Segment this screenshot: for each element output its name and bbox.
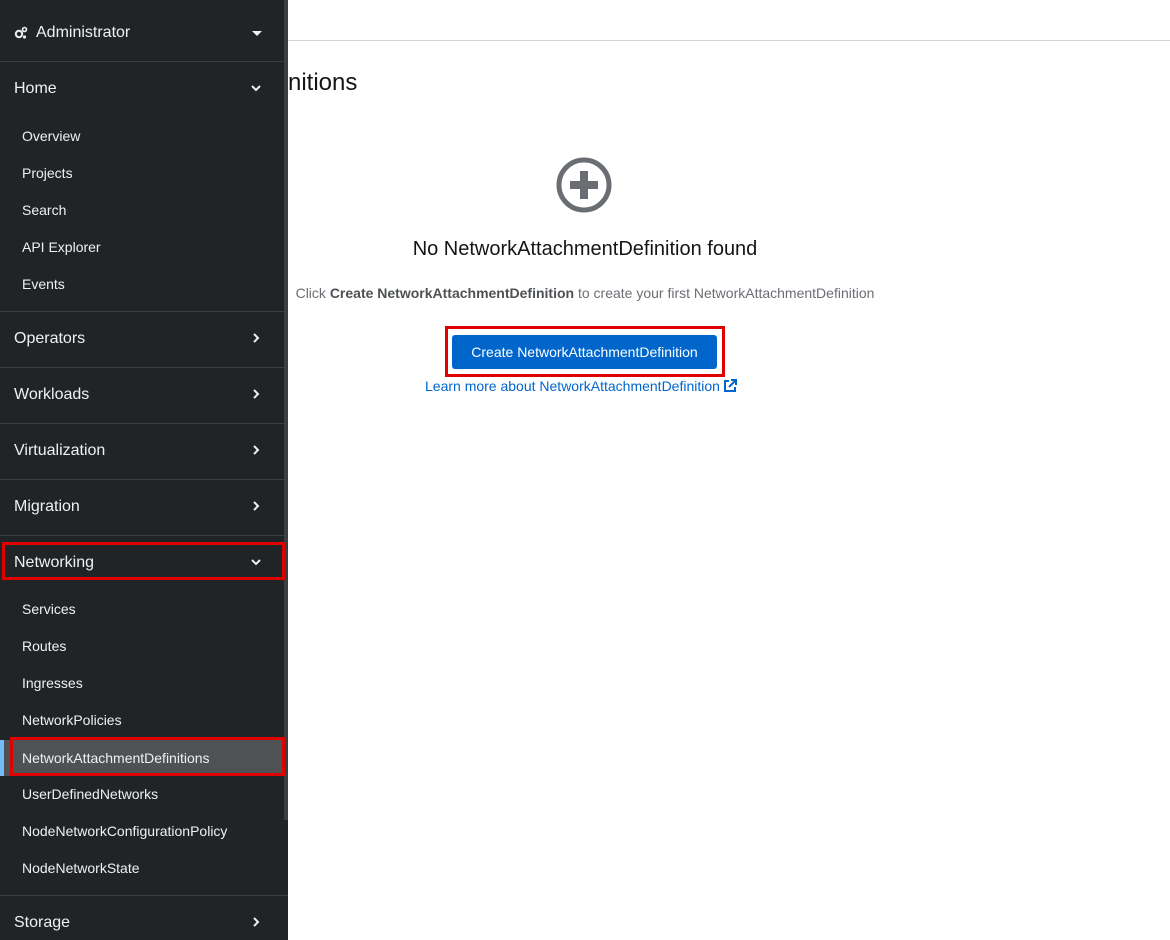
learn-more-label: Learn more about NetworkAttachmentDefini…: [425, 378, 720, 394]
sidebar-nav: Administrator Home Overview Projects Sea…: [0, 0, 288, 940]
page-title: nitions: [288, 69, 358, 96]
learn-more-link[interactable]: Learn more about NetworkAttachmentDefini…: [425, 378, 737, 394]
nav-section-migration[interactable]: Migration: [0, 480, 288, 536]
perspective-label: Administrator: [36, 24, 131, 41]
nav-item-nodenetworkconfigurationpolicy[interactable]: NodeNetworkConfigurationPolicy: [0, 813, 288, 850]
nav-item-label: Ingresses: [22, 675, 83, 691]
nav-item-label: Projects: [22, 165, 73, 181]
nav-section-label: Virtualization: [14, 442, 106, 459]
add-circle-icon: [556, 157, 612, 213]
nav-section-storage[interactable]: Storage: [0, 896, 288, 940]
nav-item-routes[interactable]: Routes: [0, 628, 288, 665]
nav-section-label: Home: [14, 80, 57, 97]
nav-item-label: Search: [22, 202, 67, 218]
nav-section-virtualization[interactable]: Virtualization: [0, 424, 288, 480]
nav-item-label: UserDefinedNetworks: [22, 786, 159, 802]
nav-item-label: NetworkPolicies: [22, 712, 122, 728]
nav-item-search[interactable]: Search: [0, 192, 288, 229]
top-bar: [288, 0, 1170, 41]
chevron-down-icon: [251, 85, 261, 92]
nav-item-label: NodeNetworkState: [22, 860, 140, 876]
active-indicator: [0, 740, 4, 776]
chevron-down-icon: [251, 559, 261, 566]
empty-body-suffix: to create your first NetworkAttachmentDe…: [574, 285, 875, 301]
nav-item-label: Services: [22, 601, 76, 617]
nav-section-label: Networking: [14, 554, 95, 571]
chevron-right-icon: [253, 333, 260, 343]
empty-body-bold: Create NetworkAttachmentDefinition: [329, 285, 575, 301]
nav-item-nodenetworkstate[interactable]: NodeNetworkState: [0, 850, 288, 887]
external-link-icon: [723, 379, 737, 392]
nav-item-networkattachmentdefinitions[interactable]: NetworkAttachmentDefinitions: [0, 740, 288, 776]
nav-section-label: Operators: [14, 330, 86, 347]
caret-down-icon: [252, 31, 262, 36]
nav-section-label: Storage: [14, 914, 71, 931]
nav-section-label: Migration: [14, 498, 80, 515]
nav-section-networking[interactable]: Networking: [0, 536, 288, 592]
nav-item-events[interactable]: Events: [0, 266, 288, 303]
empty-body-prefix: Click: [295, 285, 330, 301]
nav-item-label: Overview: [22, 128, 81, 144]
nav-item-label: Routes: [22, 638, 67, 654]
nav-item-label: API Explorer: [22, 239, 101, 255]
perspective-switcher[interactable]: Administrator: [0, 0, 288, 62]
chevron-right-icon: [253, 445, 260, 455]
nav-item-services[interactable]: Services: [0, 591, 288, 628]
nav-item-label: Events: [22, 276, 65, 292]
chevron-right-icon: [253, 389, 260, 399]
nav-item-projects[interactable]: Projects: [0, 155, 288, 192]
empty-state-body: Click Create NetworkAttachmentDefinition…: [288, 285, 882, 301]
nav-item-label: NodeNetworkConfigurationPolicy: [22, 823, 228, 839]
nav-section-home[interactable]: Home: [0, 62, 288, 118]
sidebar-scrollbar[interactable]: [284, 0, 288, 820]
empty-state-title: No NetworkAttachmentDefinition found: [412, 238, 758, 260]
nav-item-api-explorer[interactable]: API Explorer: [0, 229, 288, 266]
nav-section-label: Workloads: [14, 386, 90, 403]
create-networkattachmentdefinition-button[interactable]: Create NetworkAttachmentDefinition: [452, 335, 717, 369]
nav-item-label: NetworkAttachmentDefinitions: [22, 750, 210, 766]
nav-item-overview[interactable]: Overview: [0, 118, 288, 155]
nav-section-operators[interactable]: Operators: [0, 312, 288, 368]
nav-item-ingresses[interactable]: Ingresses: [0, 665, 288, 702]
nav-section-workloads[interactable]: Workloads: [0, 368, 288, 424]
cogs-icon: [14, 26, 28, 39]
chevron-right-icon: [253, 501, 260, 511]
chevron-right-icon: [253, 917, 260, 927]
nav-item-userdefinednetworks[interactable]: UserDefinedNetworks: [0, 776, 288, 813]
nav-item-networkpolicies[interactable]: NetworkPolicies: [0, 702, 288, 739]
